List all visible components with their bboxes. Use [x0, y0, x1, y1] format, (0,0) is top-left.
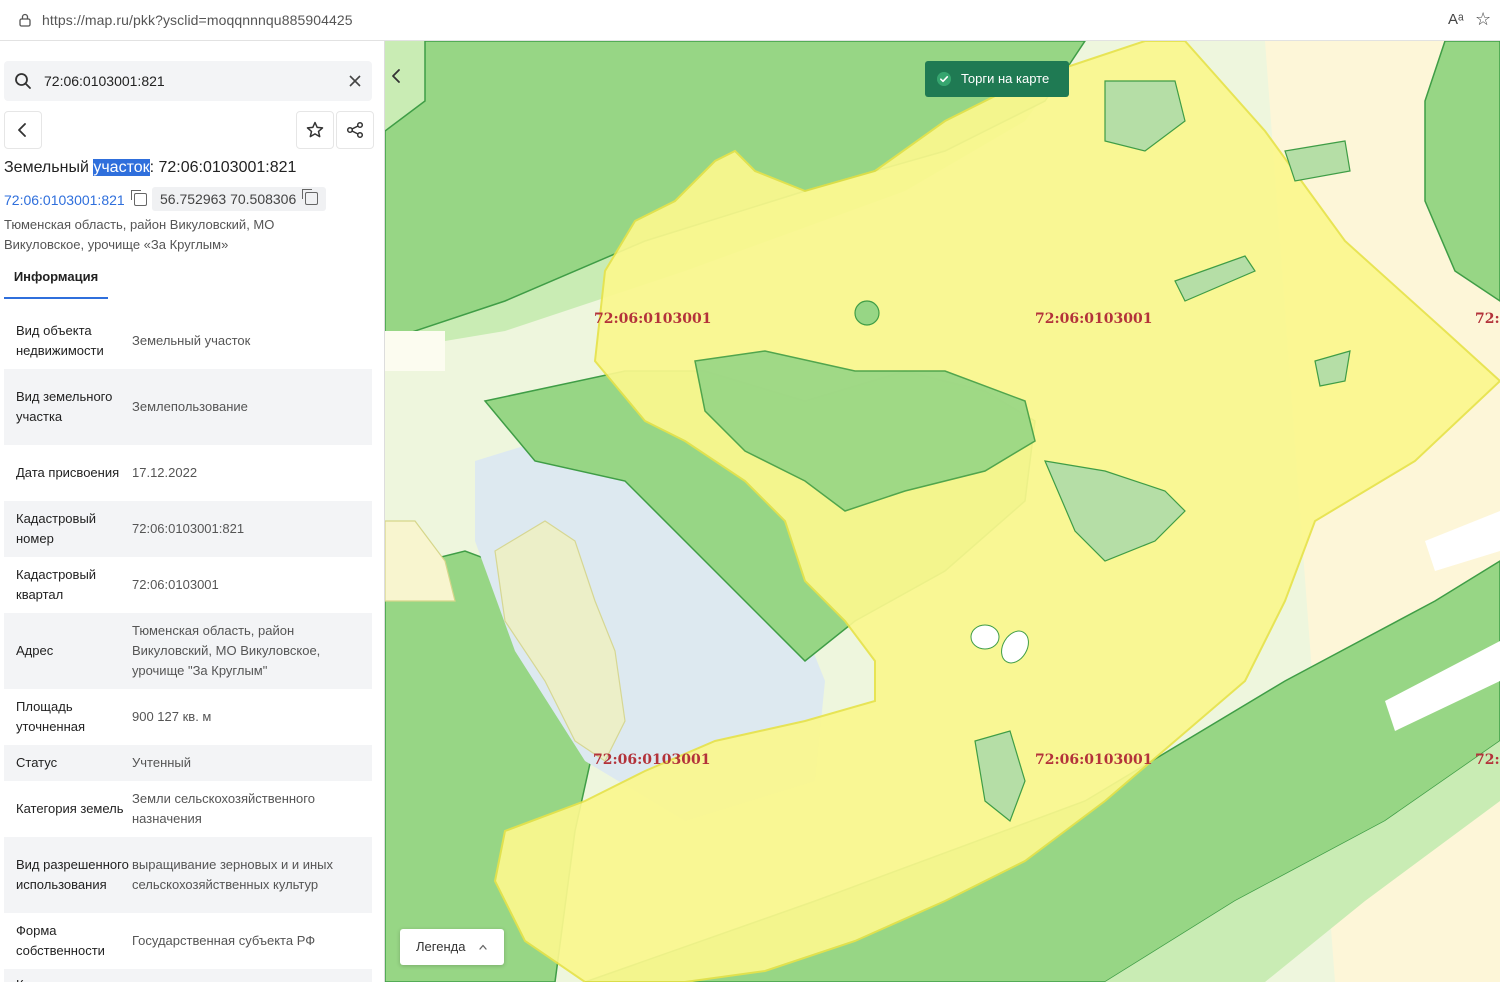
- table-row: Кадастровый номер 72:06:0103001:821: [4, 501, 372, 557]
- coordinates-text: 56.752963 70.508306: [160, 191, 297, 207]
- cadastral-number-text[interactable]: 72:06:0103001:821: [4, 192, 125, 208]
- property-value: 72:06:0103001: [132, 577, 219, 592]
- auctions-label: Торги на карте: [961, 71, 1050, 86]
- title-highlight: участок: [93, 159, 150, 176]
- property-value: Учтенный: [132, 755, 192, 770]
- property-value: Тюменская область, район Викуловский, МО…: [132, 623, 321, 678]
- legend-label: Легенда: [416, 939, 466, 954]
- property-key: Вид объекта недвижимости: [16, 323, 104, 358]
- back-button[interactable]: [4, 111, 42, 149]
- add-favorite-button[interactable]: [296, 111, 334, 149]
- star-icon: [306, 121, 324, 138]
- quarter-label: 72:06:0103001: [594, 311, 712, 327]
- property-key: Форма собственности: [16, 923, 105, 958]
- property-key: Кадастровая: [16, 975, 132, 982]
- page-title: Земельный участок: 72:06:0103001:821: [4, 159, 296, 177]
- tab-information[interactable]: Информация: [4, 265, 108, 299]
- share-button[interactable]: [336, 111, 374, 149]
- collapse-panel-icon[interactable]: [385, 60, 407, 92]
- property-key: Дата присвоения: [16, 465, 120, 480]
- info-panel: Земельный участок: 72:06:0103001:821 72:…: [0, 41, 385, 982]
- property-value: 900 127 кв. м: [132, 709, 212, 724]
- table-row: Вид объекта недвижимости Земельный участ…: [4, 313, 372, 369]
- cadastral-number-link[interactable]: 72:06:0103001:821: [4, 189, 147, 211]
- close-icon[interactable]: [347, 73, 363, 89]
- property-value: 72:06:0103001:821: [132, 521, 245, 536]
- browser-address-bar: https://map.ru/pkk?ysclid=moqqnnnqu88590…: [0, 0, 1500, 41]
- property-key: Вид земельного участка: [16, 389, 113, 424]
- property-key: Площадь уточненная: [16, 699, 86, 734]
- table-row: Дата присвоения 17.12.2022: [4, 445, 372, 501]
- quarter-label: 72:06:0103001: [1035, 311, 1153, 327]
- coordinates-chip[interactable]: 56.752963 70.508306: [152, 187, 327, 211]
- search-input[interactable]: [44, 61, 334, 101]
- property-key: Категория земель: [16, 801, 124, 816]
- check-icon: [937, 72, 951, 86]
- quarter-label: 72:06:0103001: [593, 752, 711, 768]
- property-value: Землепользование: [132, 399, 248, 414]
- copy-icon[interactable]: [130, 190, 147, 206]
- property-value: 17.12.2022: [132, 465, 198, 480]
- quarter-label: 72:: [1475, 752, 1500, 768]
- auctions-toggle-button[interactable]: Торги на карте: [925, 61, 1069, 97]
- property-value: Земельный участок: [132, 333, 251, 348]
- title-suffix: : 72:06:0103001:821: [149, 159, 297, 176]
- property-value: Государственная субъекта РФ: [132, 933, 316, 948]
- property-key: Кадастровый номер: [16, 511, 97, 546]
- table-row: Площадь уточненная 900 127 кв. м: [4, 689, 372, 745]
- table-row: Статус Учтенный: [4, 745, 372, 781]
- favorite-star-icon[interactable]: ☆: [1475, 9, 1491, 30]
- lock-icon: [19, 13, 31, 27]
- title-prefix: Земельный: [4, 159, 94, 176]
- table-row: Кадастровый квартал 72:06:0103001: [4, 557, 372, 613]
- quarter-label: 72:: [1475, 311, 1500, 327]
- map-layers: [385, 41, 1500, 982]
- chevron-left-icon: [18, 123, 26, 137]
- property-key: Вид разрешенного использования: [16, 857, 129, 892]
- chevron-up-icon: [479, 944, 487, 950]
- property-key: Статус: [16, 755, 58, 770]
- table-row: Категория земель Земли сельскохозяйствен…: [4, 781, 372, 837]
- read-aloud-icon[interactable]: Aᵃ: [1448, 11, 1464, 28]
- search-icon: [15, 73, 31, 89]
- search-box: [4, 61, 372, 101]
- share-icon: [346, 121, 364, 139]
- map-canvas[interactable]: 72:06:0103001 72:06:0103001 72: 72:06:01…: [385, 41, 1500, 982]
- table-row: Вид разрешенного использования выращиван…: [4, 837, 372, 913]
- copy-icon[interactable]: [302, 189, 319, 205]
- table-row: Кадастровая: [4, 969, 372, 982]
- table-row: Адрес Тюменская область, район Викуловск…: [4, 613, 372, 689]
- property-key: Кадастровый квартал: [16, 567, 97, 602]
- property-key: Адрес: [16, 643, 54, 658]
- parcel-address: Тюменская область, район Викуловский, МО…: [4, 217, 275, 252]
- property-value: выращивание зерновых и и иных сельскохоз…: [132, 857, 334, 892]
- url-text[interactable]: https://map.ru/pkk?ysclid=moqqnnnqu88590…: [42, 12, 353, 28]
- property-value: Земли сельскохозяйственного назначения: [132, 791, 315, 826]
- table-row: Вид земельного участка Землепользование: [4, 369, 372, 445]
- legend-button[interactable]: Легенда: [400, 929, 504, 965]
- quarter-label: 72:06:0103001: [1035, 752, 1153, 768]
- table-row: Форма собственности Государственная субъ…: [4, 913, 372, 969]
- properties-table: Вид объекта недвижимости Земельный участ…: [4, 313, 372, 982]
